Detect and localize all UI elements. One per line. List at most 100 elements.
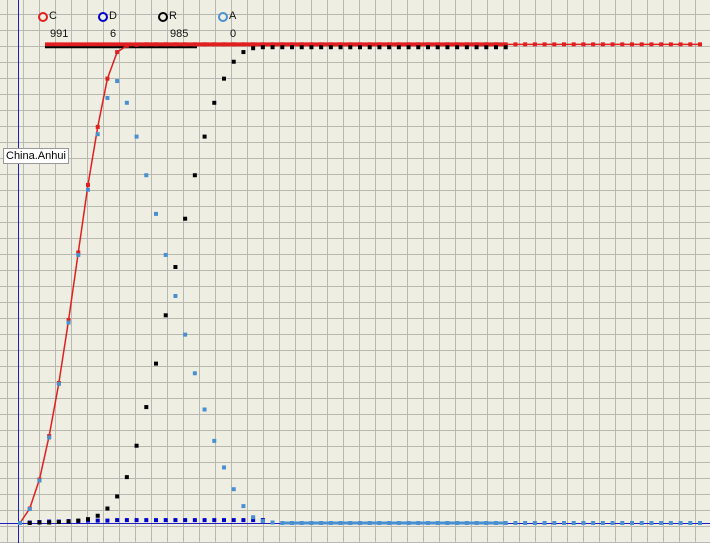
data-point-r [406, 45, 411, 50]
legend-label-c: C [49, 10, 57, 22]
data-point-c [241, 42, 246, 47]
data-point-a [154, 211, 158, 216]
data-point-a [95, 132, 100, 137]
legend-label-a: A [229, 10, 237, 22]
data-point-r [241, 50, 246, 55]
data-point-c [571, 42, 576, 47]
data-point-c [105, 76, 110, 81]
data-point-a [639, 521, 644, 525]
data-point-c [591, 42, 596, 47]
data-point-a [552, 521, 557, 525]
data-point-r [134, 443, 139, 448]
data-point-r [47, 520, 52, 525]
data-point-a [115, 79, 120, 84]
data-point-d [115, 518, 120, 523]
data-point-r [66, 519, 71, 524]
data-point-c [251, 42, 256, 47]
data-point-a [532, 521, 537, 525]
data-point-c [513, 42, 518, 47]
data-point-r [426, 45, 430, 50]
data-point-c [610, 42, 615, 47]
data-point-r [396, 45, 401, 50]
data-point-c [154, 42, 158, 47]
data-point-r [435, 45, 440, 50]
data-point-r [416, 45, 421, 50]
data-point-a [202, 407, 207, 412]
data-point-a [620, 521, 625, 525]
data-point-r [231, 59, 236, 64]
data-point-r [299, 45, 304, 50]
data-point-r [202, 134, 207, 139]
data-point-d [95, 518, 100, 523]
data-point-a [192, 371, 197, 376]
legend-marker-c [38, 12, 48, 22]
data-point-a [270, 520, 275, 525]
chart: C 991 D 6 R 985 A 0 China.Anhui [0, 0, 710, 543]
data-point-c [552, 42, 557, 47]
data-point-r [37, 520, 42, 525]
data-point-r [27, 521, 32, 525]
data-point-r [56, 520, 61, 525]
data-point-c [202, 42, 207, 47]
data-point-c [212, 42, 217, 47]
data-point-a [678, 521, 683, 525]
data-point-a [222, 465, 226, 470]
data-point-c [144, 42, 149, 47]
data-point-c [659, 42, 664, 47]
legend-marker-a [218, 12, 228, 22]
data-point-a [600, 521, 605, 525]
legend-marker-d [98, 12, 108, 22]
plot-area [0, 0, 710, 543]
data-point-r [260, 45, 265, 50]
data-point-a [591, 521, 596, 525]
data-point-r [290, 45, 294, 50]
data-point-a [649, 521, 654, 525]
data-point-r [251, 46, 256, 51]
data-point-c [523, 42, 528, 47]
data-point-r [358, 45, 362, 50]
data-point-c [163, 42, 168, 47]
legend-label-r: R [169, 10, 177, 22]
data-point-r [474, 45, 479, 50]
data-point-a [523, 521, 528, 525]
data-point-r [173, 265, 178, 270]
data-point-r [503, 45, 508, 50]
data-point-r [163, 313, 168, 318]
data-point-a [144, 173, 149, 178]
legend-count-a: 0 [230, 28, 237, 40]
data-point-a [56, 381, 61, 386]
data-point-a [571, 521, 576, 525]
data-point-r [144, 405, 149, 410]
data-point-a [66, 320, 71, 325]
data-point-c [173, 42, 178, 47]
data-point-a [241, 504, 246, 509]
data-point-a [47, 435, 52, 440]
data-point-d [202, 518, 207, 523]
data-point-d [212, 518, 217, 523]
data-point-c [600, 42, 605, 47]
legend: C 991 D 6 R 985 A 0 [0, 6, 320, 40]
data-point-r [86, 517, 90, 522]
data-point-c [183, 42, 188, 47]
data-point-r [348, 45, 353, 50]
data-point-a [173, 293, 178, 298]
data-point-a [581, 521, 586, 525]
data-point-d [222, 518, 226, 523]
data-point-d [183, 518, 188, 523]
data-point-c [688, 42, 693, 47]
data-point-a [251, 515, 256, 520]
data-point-r [105, 506, 110, 511]
data-point-c [532, 42, 537, 47]
data-point-a [37, 478, 42, 483]
data-point-a [698, 521, 702, 525]
data-point-c [542, 42, 547, 47]
data-point-d [173, 518, 178, 523]
legend-marker-r [158, 12, 168, 22]
data-point-d [231, 518, 236, 523]
data-point-c [115, 50, 120, 55]
legend-count-d: 6 [110, 28, 117, 40]
data-point-a [688, 521, 693, 525]
data-point-d [105, 518, 110, 523]
data-point-a [18, 521, 22, 525]
data-point-a [610, 521, 615, 525]
